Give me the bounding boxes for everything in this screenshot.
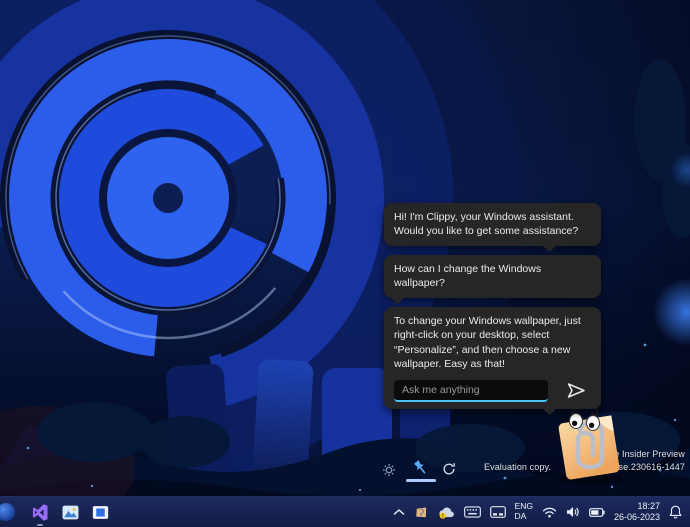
clippy-tray-icon[interactable]	[414, 505, 429, 520]
volume-tray-icon[interactable]	[566, 506, 580, 518]
wifi-tray-icon[interactable]	[542, 507, 557, 518]
media-player-icon	[92, 505, 108, 519]
touch-keyboard-icon	[463, 506, 481, 518]
wifi-icon	[542, 507, 557, 517]
assistant-settings-button[interactable]	[382, 463, 396, 477]
assistant-pin-button[interactable]	[412, 459, 429, 476]
chat-bubble-clippy-2: To change your Windows wallpaper, just r…	[384, 307, 601, 416]
running-indicator	[37, 524, 43, 526]
visual-studio-icon	[32, 503, 48, 521]
taskbar-app-icon-partial[interactable]	[0, 502, 20, 522]
onedrive-tray-icon[interactable]: !	[438, 506, 455, 519]
photos-icon	[62, 505, 78, 519]
taskbar-media-player-icon[interactable]	[90, 502, 110, 522]
app-circle-icon	[0, 503, 15, 521]
notifications-bell-icon	[669, 505, 682, 519]
notification-center-button[interactable]	[669, 505, 682, 519]
battery-tray-icon[interactable]	[589, 507, 605, 517]
onedrive-cloud-icon: !	[438, 507, 454, 519]
touch-keyboard-tray-icon[interactable]	[463, 506, 481, 518]
desktop-screen: 11 Home Insider Preview Evaluation copy.…	[0, 0, 690, 527]
touchpad-icon	[489, 506, 506, 518]
language-indicator[interactable]: ENG DA	[514, 501, 533, 522]
touchpad-tray-icon[interactable]	[489, 506, 506, 518]
volume-icon	[566, 507, 579, 517]
taskbar: ! ENG DA 18:27 26-06-2023	[0, 496, 690, 527]
send-paper-plane-icon	[567, 383, 585, 399]
ask-anything-input[interactable]	[394, 379, 548, 402]
battery-icon	[589, 507, 605, 517]
chat-message-text: How can I change the Windows wallpaper?	[394, 263, 542, 290]
taskbar-clock[interactable]: 18:27 26-06-2023	[614, 501, 660, 523]
send-button[interactable]	[566, 382, 586, 399]
refresh-icon	[443, 463, 455, 475]
pin-active-indicator	[406, 479, 436, 482]
chat-bubble-clippy-1: Hi! I'm Clippy, your Windows assistant. …	[384, 203, 601, 253]
taskbar-photos-icon[interactable]	[60, 502, 80, 522]
assistant-refresh-button[interactable]	[442, 462, 456, 476]
chat-message-text: Hi! I'm Clippy, your Windows assistant. …	[394, 211, 579, 238]
clock-time: 18:27	[637, 501, 660, 512]
clock-date: 26-06-2023	[613, 512, 660, 522]
language-secondary: DA	[514, 511, 527, 521]
taskbar-visual-studio-icon[interactable]	[30, 502, 50, 526]
chevron-up-icon	[393, 509, 404, 515]
chat-bubble-user: How can I change the Windows wallpaper?	[384, 255, 601, 305]
hidden-icons-chevron[interactable]	[393, 508, 405, 516]
chat-message-text: To change your Windows wallpaper, just r…	[394, 315, 581, 371]
clippy-note-icon	[415, 506, 426, 517]
settings-gear-icon	[383, 464, 395, 476]
pin-icon	[413, 460, 426, 474]
